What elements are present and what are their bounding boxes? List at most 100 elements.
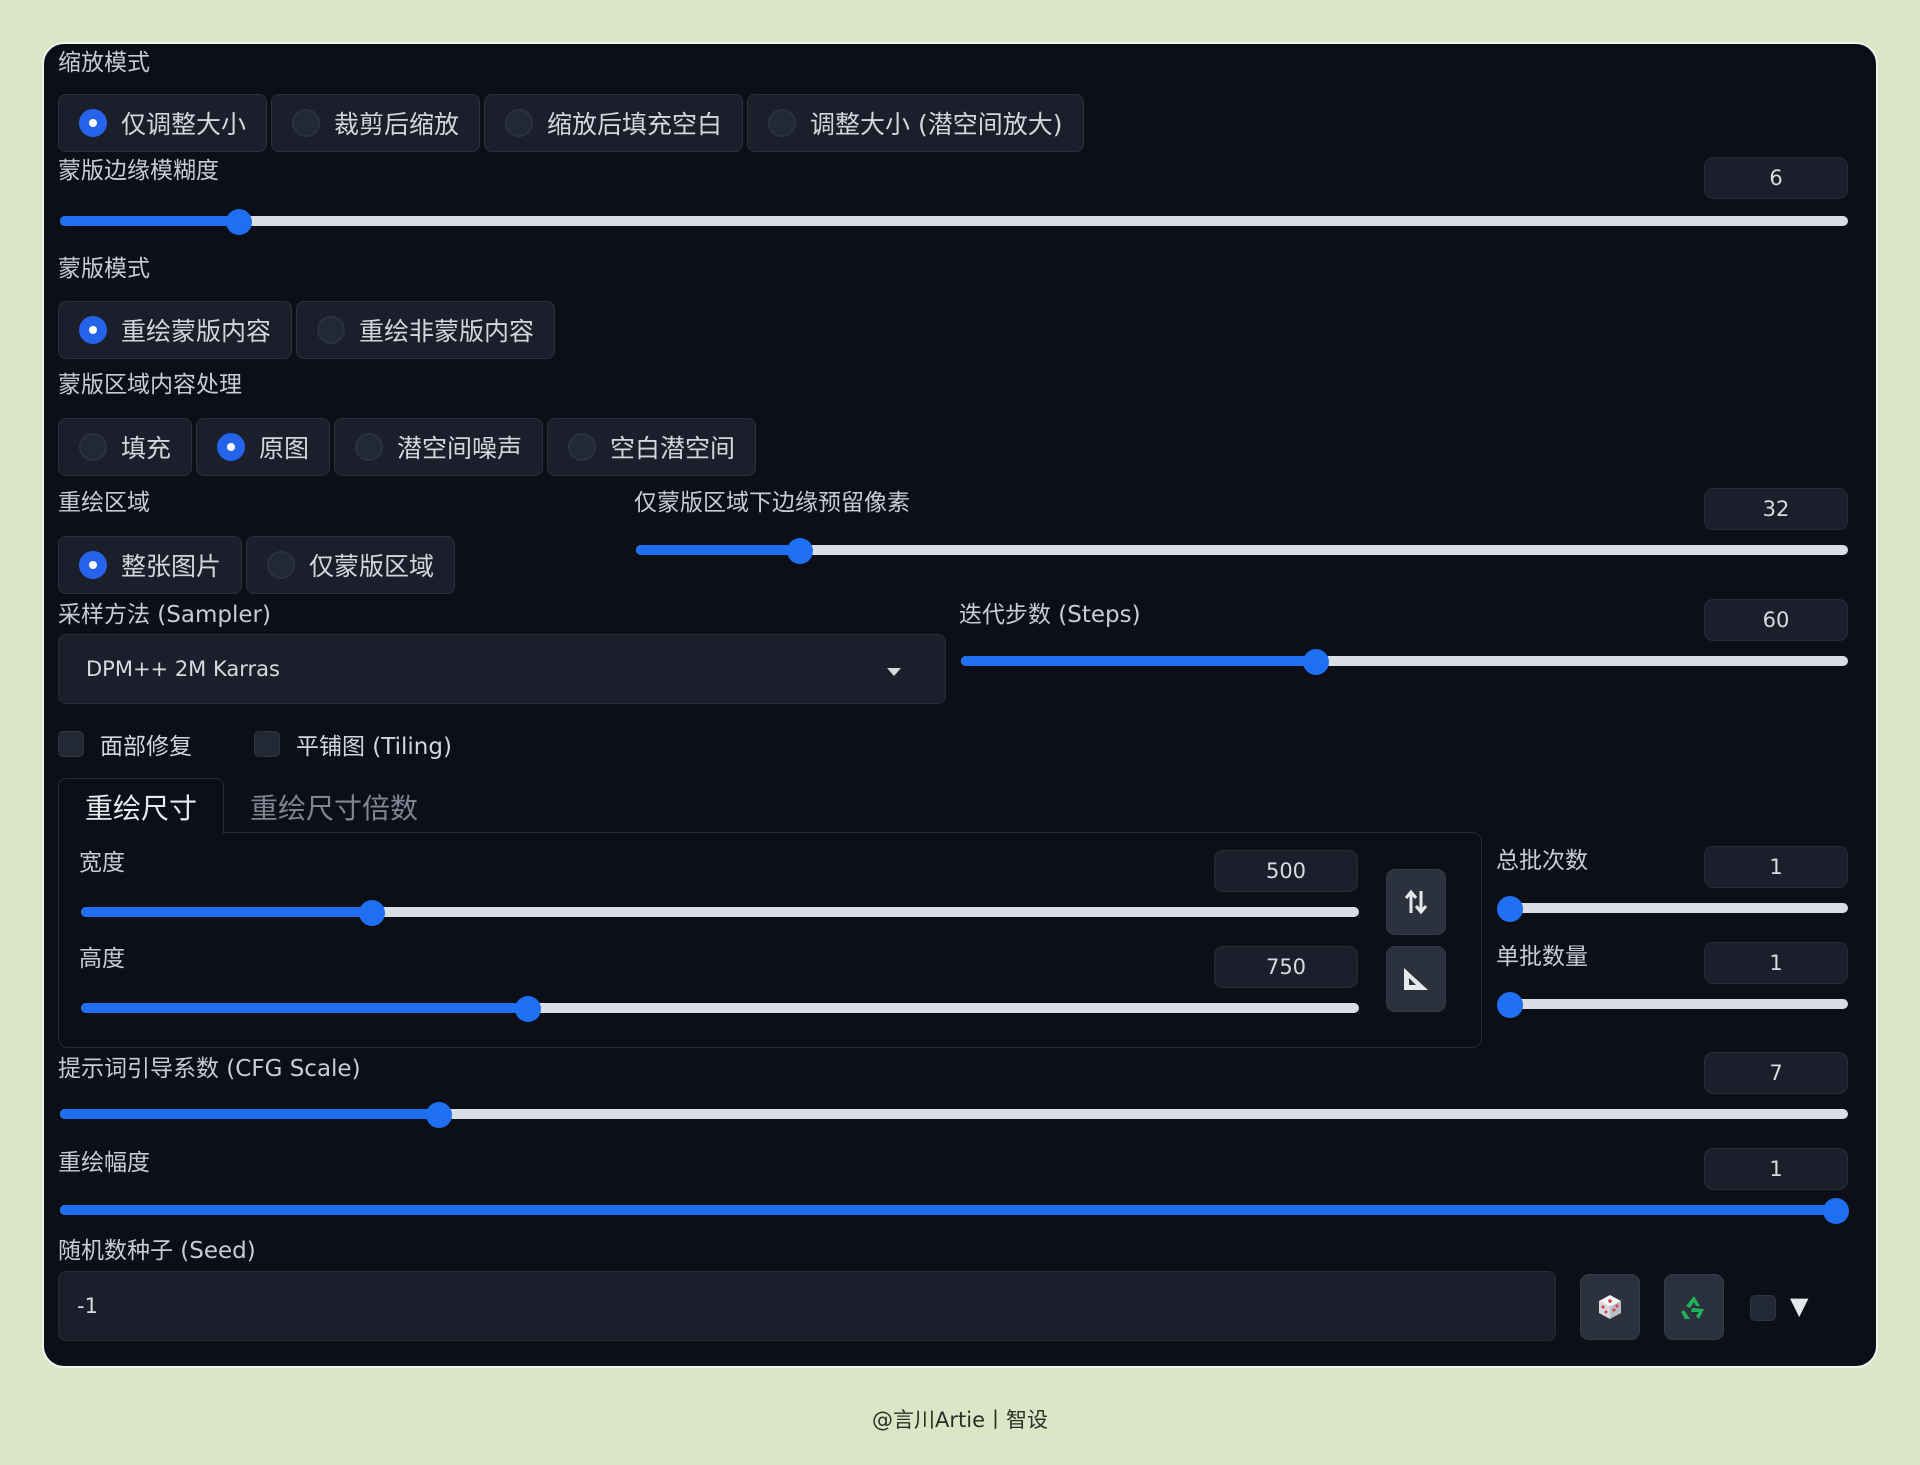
option-label: 填充 xyxy=(121,434,172,463)
slider-thumb[interactable] xyxy=(1302,649,1329,675)
reuse-seed-button[interactable] xyxy=(1664,1274,1724,1340)
batch-count-number[interactable]: 1 xyxy=(1704,846,1848,888)
resize-mode-option-resize-fill[interactable]: 缩放后填充空白 xyxy=(484,94,744,152)
settings-panel: 缩放模式 仅调整大小 裁剪后缩放 缩放后填充空白 调整大小 (潜空间放大) 蒙版… xyxy=(42,42,1878,1368)
tab-resize-by[interactable]: 重绘尺寸倍数 xyxy=(234,778,434,836)
slider-thumb[interactable] xyxy=(1497,896,1523,922)
tab-resize-to[interactable]: 重绘尺寸 xyxy=(58,778,224,834)
radio-selected-icon xyxy=(79,109,107,137)
steps-label: 迭代步数 (Steps) xyxy=(959,602,1141,628)
seed-input[interactable]: -1 xyxy=(58,1271,1556,1341)
swap-dimensions-icon xyxy=(1404,889,1428,915)
denoising-number[interactable]: 1 xyxy=(1704,1148,1848,1190)
mask-blur-number[interactable]: 6 xyxy=(1704,157,1848,199)
steps-slider[interactable] xyxy=(961,649,1848,675)
option-label: 整张图片 xyxy=(121,552,222,581)
masked-content-group: 填充 原图 潜空间噪声 空白潜空间 xyxy=(58,418,757,476)
option-label: 潜空间噪声 xyxy=(397,434,523,463)
slider-thumb[interactable] xyxy=(786,538,813,564)
option-label: 重绘非蒙版内容 xyxy=(359,317,535,346)
resize-mode-group: 仅调整大小 裁剪后缩放 缩放后填充空白 调整大小 (潜空间放大) xyxy=(58,94,1084,152)
extra-seed-toggle-icon[interactable]: ▼ xyxy=(1790,1292,1808,1320)
only-masked-padding-slider[interactable] xyxy=(636,538,1848,564)
option-label: 仅调整大小 xyxy=(121,110,247,139)
dice-icon xyxy=(1599,1295,1621,1319)
inpaint-area-label: 重绘区域 xyxy=(58,490,150,516)
seed-value: -1 xyxy=(77,1294,98,1318)
recycle-icon xyxy=(1681,1296,1704,1319)
radio-selected-icon xyxy=(79,316,107,344)
restore-faces-checkbox[interactable]: 面部修复 xyxy=(58,727,192,761)
set-square-button[interactable] xyxy=(1386,946,1446,1012)
tiling-checkbox[interactable]: 平铺图 (Tiling) xyxy=(254,727,452,761)
denoising-slider[interactable] xyxy=(60,1198,1849,1224)
masked-content-option-latent-nothing[interactable]: 空白潜空间 xyxy=(547,418,757,476)
sampler-select[interactable]: DPM++ 2M Karras xyxy=(58,634,946,704)
option-label: 空白潜空间 xyxy=(610,434,736,463)
watermark-credit: @言川Artie丨智设 xyxy=(872,1408,1048,1432)
width-slider[interactable] xyxy=(81,900,1359,926)
checkbox-box[interactable] xyxy=(58,731,84,757)
width-number[interactable]: 500 xyxy=(1214,850,1358,892)
resize-mode-option-crop-resize[interactable]: 裁剪后缩放 xyxy=(271,94,481,152)
masked-content-option-original[interactable]: 原图 xyxy=(196,418,331,476)
steps-number[interactable]: 60 xyxy=(1704,599,1848,641)
masked-content-option-latent-noise[interactable]: 潜空间噪声 xyxy=(334,418,544,476)
mask-mode-option-inpaint-masked[interactable]: 重绘蒙版内容 xyxy=(58,301,293,359)
height-label: 高度 xyxy=(79,946,125,972)
masked-content-option-fill[interactable]: 填充 xyxy=(58,418,193,476)
chevron-down-icon xyxy=(887,668,901,676)
slider-thumb[interactable] xyxy=(515,996,542,1022)
cfg-scale-slider[interactable] xyxy=(60,1102,1848,1128)
radio-empty-icon xyxy=(79,433,107,461)
cfg-scale-number[interactable]: 7 xyxy=(1704,1052,1848,1094)
resize-mode-option-resize-only[interactable]: 仅调整大小 xyxy=(58,94,268,152)
inpaint-area-option-whole-picture[interactable]: 整张图片 xyxy=(58,536,243,594)
checkbox-label: 面部修复 xyxy=(100,734,192,760)
extra-seed-checkbox[interactable] xyxy=(1750,1295,1776,1321)
set-square-icon xyxy=(1404,968,1428,990)
only-masked-padding-number[interactable]: 32 xyxy=(1704,488,1848,530)
batch-size-label: 单批数量 xyxy=(1496,944,1588,970)
inpaint-area-option-only-masked[interactable]: 仅蒙版区域 xyxy=(246,536,456,594)
batch-size-slider[interactable] xyxy=(1497,992,1848,1018)
denoising-label: 重绘幅度 xyxy=(58,1150,150,1176)
mask-mode-group: 重绘蒙版内容 重绘非蒙版内容 xyxy=(58,301,556,359)
slider-thumb[interactable] xyxy=(426,1102,453,1128)
radio-empty-icon xyxy=(355,433,384,461)
option-label: 裁剪后缩放 xyxy=(334,110,460,139)
batch-count-slider[interactable] xyxy=(1497,896,1848,922)
option-label: 调整大小 (潜空间放大) xyxy=(810,110,1063,139)
seed-label: 随机数种子 (Seed) xyxy=(58,1238,256,1264)
mask-blur-label: 蒙版边缘模糊度 xyxy=(58,158,219,184)
radio-empty-icon xyxy=(317,316,346,344)
mask-blur-slider[interactable] xyxy=(60,209,1848,235)
option-label: 仅蒙版区域 xyxy=(309,552,435,581)
option-label: 原图 xyxy=(259,434,310,463)
batch-size-number[interactable]: 1 xyxy=(1704,942,1848,984)
option-label: 缩放后填充空白 xyxy=(547,110,723,139)
slider-thumb[interactable] xyxy=(1497,992,1523,1018)
radio-empty-icon xyxy=(267,551,296,579)
slider-thumb[interactable] xyxy=(225,209,252,235)
slider-thumb[interactable] xyxy=(1823,1198,1849,1224)
height-slider[interactable] xyxy=(81,996,1359,1022)
option-label: 重绘蒙版内容 xyxy=(121,317,272,346)
radio-empty-icon xyxy=(768,109,797,137)
resize-mode-option-latent-upscale[interactable]: 调整大小 (潜空间放大) xyxy=(747,94,1084,152)
batch-count-label: 总批次数 xyxy=(1496,848,1588,874)
width-label: 宽度 xyxy=(79,850,125,876)
slider-thumb[interactable] xyxy=(359,900,386,926)
only-masked-padding-label: 仅蒙版区域下边缘预留像素 xyxy=(634,490,910,516)
height-number[interactable]: 750 xyxy=(1214,946,1358,988)
radio-selected-icon xyxy=(217,433,246,461)
inpaint-area-group: 整张图片 仅蒙版区域 xyxy=(58,536,456,594)
radio-empty-icon xyxy=(505,109,534,137)
swap-dimensions-button[interactable] xyxy=(1386,869,1446,935)
resize-mode-label: 缩放模式 xyxy=(58,50,150,76)
random-seed-button[interactable] xyxy=(1580,1274,1640,1340)
mask-mode-option-inpaint-not-masked[interactable]: 重绘非蒙版内容 xyxy=(296,301,556,359)
sampler-value: DPM++ 2M Karras xyxy=(86,657,280,681)
checkbox-box[interactable] xyxy=(254,731,280,757)
radio-empty-icon xyxy=(568,433,597,461)
